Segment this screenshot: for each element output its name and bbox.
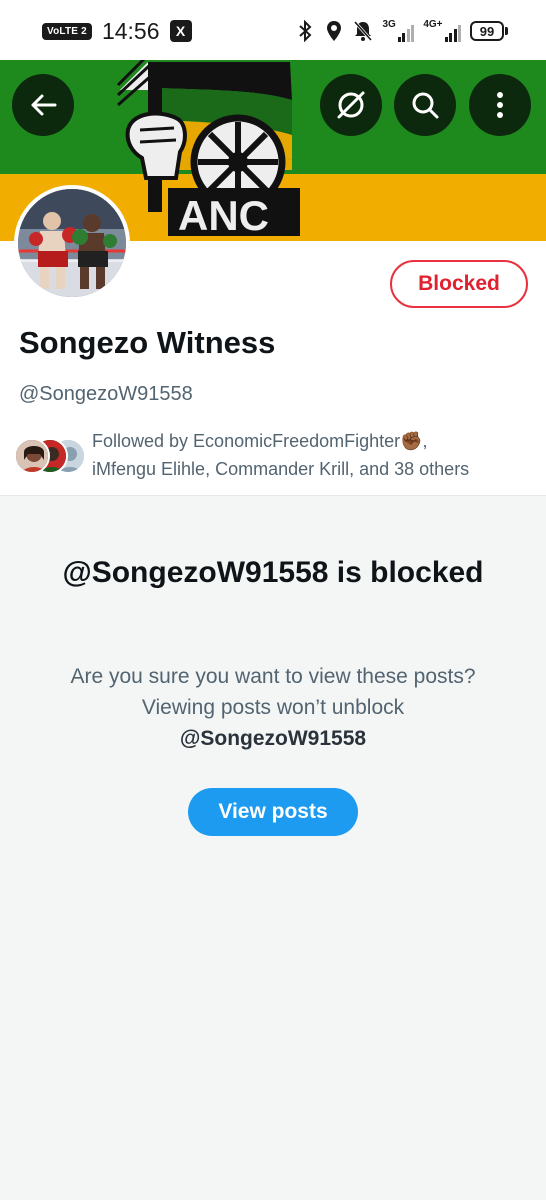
status-bar: VoLTE 2 14:56 X 3G 4G+ 99 bbox=[0, 0, 546, 60]
profile-handle: @SongezoW91558 bbox=[19, 383, 193, 405]
more-button[interactable] bbox=[469, 74, 531, 136]
blocked-body-handle: @SongezoW91558 bbox=[179, 727, 367, 750]
signal-bars-icon bbox=[397, 24, 415, 42]
search-button[interactable] bbox=[394, 74, 456, 136]
volte-badge: VoLTE 2 bbox=[42, 22, 92, 40]
profile-avatar[interactable] bbox=[14, 185, 130, 301]
follower-avatar bbox=[14, 438, 50, 474]
network-3g: 3G bbox=[382, 19, 415, 42]
grok-icon bbox=[337, 91, 365, 119]
status-right: 3G 4G+ 99 bbox=[295, 18, 508, 44]
display-name: Songezo Witness bbox=[19, 325, 276, 360]
search-icon bbox=[412, 92, 439, 119]
blocked-button[interactable]: Blocked bbox=[390, 260, 528, 308]
bluetooth-icon bbox=[295, 20, 315, 42]
status-left: VoLTE 2 14:56 X bbox=[42, 18, 192, 44]
network-4g: 4G+ bbox=[423, 20, 461, 42]
followed-by-text: Followed by EconomicFreedomFighter✊🏾, iM… bbox=[92, 427, 469, 483]
avatar-image bbox=[18, 189, 126, 297]
followed-by-line2: iMfengu Elihle, Commander Krill, and 38 … bbox=[92, 459, 470, 479]
battery-level: 99 bbox=[470, 21, 504, 41]
blocked-body-text: Are you sure you want to view these post… bbox=[70, 665, 476, 719]
grok-button[interactable] bbox=[320, 74, 382, 136]
more-vertical-icon bbox=[497, 92, 503, 118]
sim-slot: 2 bbox=[81, 25, 87, 37]
follower-avatars bbox=[14, 430, 88, 474]
clock: 14:56 bbox=[101, 17, 160, 44]
banner-text: ANC bbox=[178, 192, 269, 239]
signal-bars-icon bbox=[444, 24, 461, 42]
back-arrow-icon bbox=[31, 94, 57, 116]
network-3g-label: 3G bbox=[382, 19, 396, 30]
location-icon bbox=[324, 20, 344, 42]
x-notification-icon: X bbox=[169, 20, 192, 42]
volte-label: VoLTE bbox=[47, 25, 79, 37]
followed-by[interactable]: Followed by EconomicFreedomFighter✊🏾, iM… bbox=[14, 430, 534, 483]
network-4g-label: 4G+ bbox=[423, 19, 443, 30]
followed-by-line1: Followed by EconomicFreedomFighter✊🏾, bbox=[92, 431, 428, 451]
back-button[interactable] bbox=[12, 74, 74, 136]
battery-icon: 99 bbox=[470, 21, 508, 41]
mute-icon bbox=[353, 20, 373, 42]
blocked-title: @SongezoW91558 is blocked bbox=[62, 556, 484, 589]
view-posts-button[interactable]: View posts bbox=[188, 788, 358, 836]
blocked-description: Are you sure you want to view these post… bbox=[60, 661, 486, 754]
